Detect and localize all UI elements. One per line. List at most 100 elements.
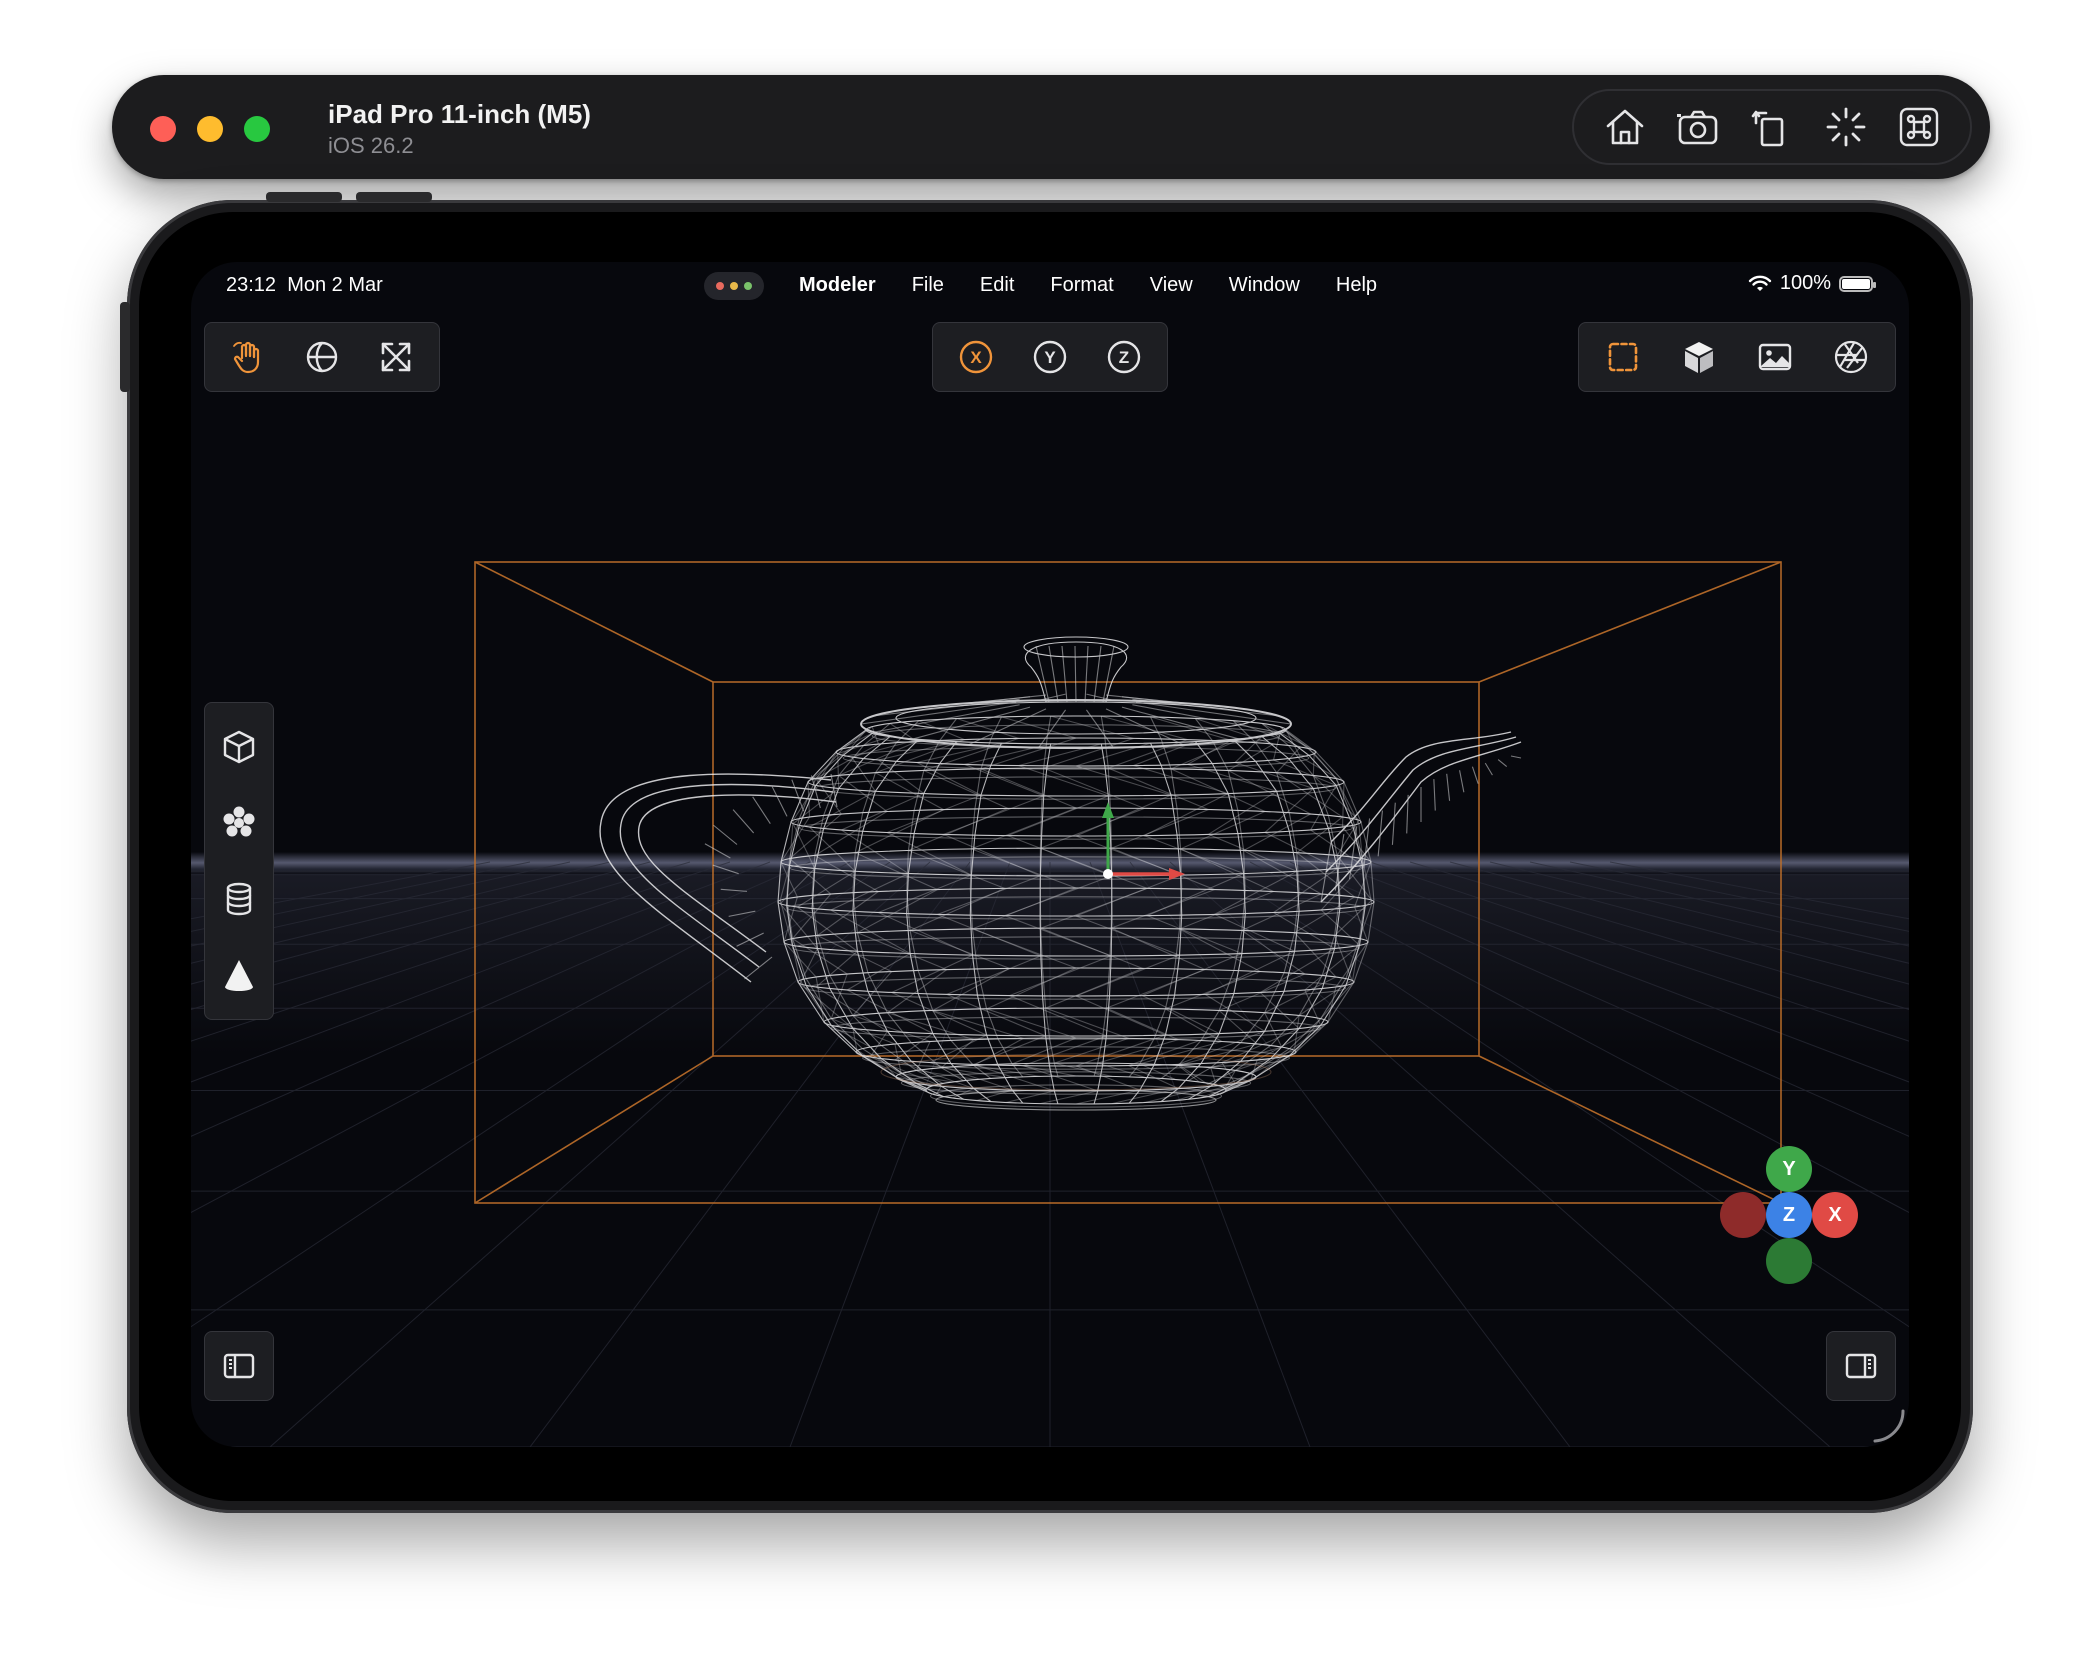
texture-mode-button[interactable] [1744, 326, 1806, 388]
wire-lid-line [1121, 706, 1241, 740]
screenshot-button[interactable] [1670, 99, 1726, 155]
window-zoom-button[interactable] [244, 116, 270, 142]
home-icon [1606, 109, 1644, 145]
add-cone-button[interactable] [208, 944, 270, 1006]
wire-handle-line [713, 824, 738, 845]
menu-view[interactable]: View [1150, 274, 1193, 297]
add-cylinder-button[interactable] [208, 868, 270, 930]
sidebar-left-icon [223, 1353, 255, 1379]
navigation-toolbar [204, 322, 440, 392]
menu-app-name[interactable]: Modeler [799, 274, 876, 297]
window-close-button[interactable] [150, 116, 176, 142]
grid-line [1289, 861, 1909, 1137]
globe-orbit-icon [306, 341, 338, 373]
gizmo-negative-x[interactable] [1720, 1192, 1766, 1238]
battery-level [1842, 278, 1870, 289]
wire-lid-line [968, 708, 1047, 746]
wire-handle-line [771, 786, 788, 817]
wire-ring [895, 1062, 1257, 1092]
home-button[interactable] [1597, 99, 1653, 155]
wire-knob-line [1048, 645, 1059, 703]
orbit-tool-button[interactable] [291, 326, 353, 388]
wire-spout-line [1497, 759, 1508, 767]
wire-knob-line [1074, 645, 1077, 703]
loading-icon [1826, 107, 1865, 147]
pan-tool-button[interactable] [217, 326, 279, 388]
zoom-extents-button[interactable] [365, 326, 427, 388]
wire-handle-line [728, 910, 756, 917]
wire-handle [619, 783, 834, 968]
menu-edit[interactable]: Edit [980, 274, 1014, 297]
battery-cap [1873, 281, 1876, 288]
wire-knob-line [1084, 645, 1089, 703]
battery-icon [1839, 275, 1876, 292]
wire-lid-line [1105, 708, 1184, 746]
wire-handle-line [704, 843, 731, 859]
axis-z-glyph: Z [1119, 348, 1129, 367]
bounding-box-mode-button[interactable] [1592, 326, 1654, 388]
activity-button[interactable] [1818, 99, 1874, 155]
menu-help[interactable]: Help [1336, 274, 1377, 297]
axis-z-button[interactable]: Z [1093, 326, 1155, 388]
wire-meridian [969, 742, 1024, 1104]
cylinder-icon [226, 882, 252, 916]
grid-line [191, 861, 851, 1214]
wire-knob-top [1023, 636, 1129, 658]
rotate-icon [1751, 110, 1784, 147]
ground-grid-lines [191, 861, 1909, 1447]
menu-bar: Modeler File Edit Format View Window Hel… [799, 274, 1377, 297]
aperture-icon [1834, 340, 1868, 374]
solid-mode-button[interactable] [1668, 326, 1730, 388]
device-name: iPad Pro 11-inch (M5) [328, 99, 591, 129]
menu-format[interactable]: Format [1050, 274, 1113, 297]
axis-x-icon: X [959, 340, 993, 374]
rotate-button[interactable] [1744, 99, 1800, 155]
grid-line [1129, 861, 1571, 1447]
gizmo-z-axis[interactable]: Z [1766, 1192, 1812, 1238]
gizmo-x-axis[interactable]: X [1812, 1192, 1858, 1238]
menu-window[interactable]: Window [1229, 274, 1300, 297]
keyboard-button[interactable] [1891, 99, 1947, 155]
sphere-cluster-icon [223, 806, 255, 837]
menu-file[interactable]: File [912, 274, 944, 297]
grid-line [191, 861, 811, 1137]
wire-ring [797, 967, 1355, 997]
top-button [266, 192, 342, 202]
status-indicators: 100% [1748, 272, 1876, 295]
axis-y-glyph: Y [1044, 348, 1056, 367]
wire-spout-line [1510, 755, 1522, 759]
ipad-screen: Y X Z 23:12 Mon 2 Mar Modeler File Edit … [191, 262, 1909, 1447]
wire-spout-line [1433, 779, 1436, 811]
multitasking-dots-button[interactable] [704, 272, 764, 300]
wire-meridian [1039, 743, 1059, 1105]
grid-line [1249, 861, 1909, 1214]
wire-spout-line [1471, 766, 1479, 784]
wire-diagonal [788, 726, 953, 1083]
gizmo-negative-y[interactable] [1766, 1238, 1812, 1284]
cube-outline-icon [223, 730, 255, 764]
hand-pan-icon [233, 341, 260, 374]
window-minimize-button[interactable] [197, 116, 223, 142]
teapot-wireframe [599, 636, 1522, 1111]
3d-viewport[interactable]: Y X Z [191, 262, 1909, 1447]
render-mode-button[interactable] [1820, 326, 1882, 388]
toggle-left-sidebar-button[interactable] [204, 1331, 274, 1401]
wire-ring [865, 715, 1287, 745]
toggle-right-sidebar-button[interactable] [1826, 1331, 1896, 1401]
dot-icon [716, 282, 724, 290]
wifi-icon [1748, 275, 1772, 291]
axis-y-button[interactable]: Y [1019, 326, 1081, 388]
gizmo-y-axis[interactable]: Y [1766, 1146, 1812, 1192]
wire-handle-line [744, 956, 773, 980]
dot-icon [730, 282, 738, 290]
wire-spout-line [1459, 770, 1465, 793]
dot-icon [744, 282, 752, 290]
resize-handle[interactable] [1867, 1405, 1907, 1445]
wire-spout-line [1446, 773, 1451, 801]
add-cube-button[interactable] [208, 716, 270, 778]
add-sphere-button[interactable] [208, 792, 270, 854]
expand-arrows-icon [381, 342, 411, 372]
wire-diagonal [1074, 742, 1183, 1105]
axis-x-button[interactable]: X [945, 326, 1007, 388]
primitives-toolbar [204, 702, 274, 1020]
